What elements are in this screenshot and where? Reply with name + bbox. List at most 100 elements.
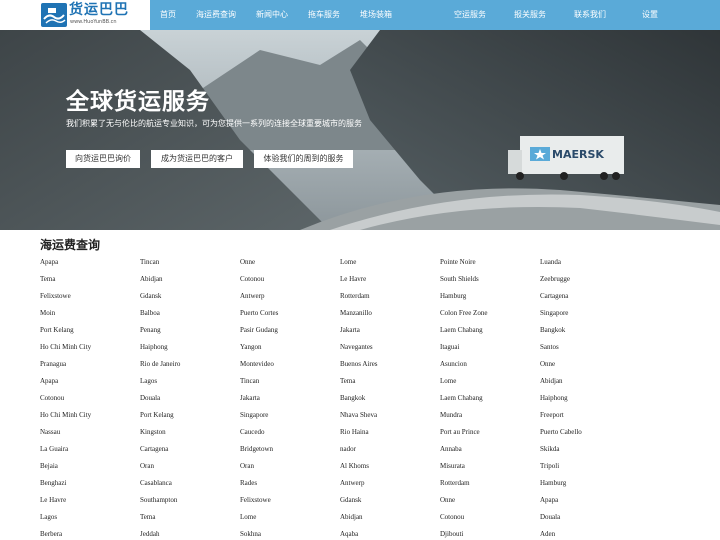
port-link[interactable]: Navegantes <box>340 343 373 352</box>
port-link[interactable]: Oran <box>240 462 254 471</box>
port-link[interactable]: Lagos <box>40 513 57 522</box>
port-link[interactable]: Penang <box>140 326 161 335</box>
port-link[interactable]: Antwerp <box>340 479 365 488</box>
port-link[interactable]: Rio de Janeiro <box>140 360 180 369</box>
port-link[interactable]: Aden <box>540 530 555 539</box>
port-link[interactable]: Hamburg <box>540 479 566 488</box>
port-link[interactable]: Onne <box>540 360 555 369</box>
port-link[interactable]: Lome <box>240 513 256 522</box>
port-link[interactable]: Pranagua <box>40 360 66 369</box>
port-link[interactable]: Abidjan <box>340 513 363 522</box>
port-link[interactable]: Port au Prince <box>440 428 480 437</box>
port-link[interactable]: Zeebrugge <box>540 275 570 284</box>
port-link[interactable]: Freeport <box>540 411 564 420</box>
port-link[interactable]: Annaba <box>440 445 462 454</box>
port-link[interactable]: Santos <box>540 343 559 352</box>
port-link[interactable]: Apapa <box>40 377 58 386</box>
port-link[interactable]: Tincan <box>140 258 159 267</box>
nav-item-customs[interactable]: 报关服务 <box>514 0 546 30</box>
port-link[interactable]: Lagos <box>140 377 157 386</box>
port-link[interactable]: Laem Chabang <box>440 394 483 403</box>
port-link[interactable]: South Shields <box>440 275 479 284</box>
port-link[interactable]: Oran <box>140 462 154 471</box>
port-link[interactable]: Colon Free Zone <box>440 309 487 318</box>
port-link[interactable]: Haiphong <box>140 343 168 352</box>
port-link[interactable]: Balboa <box>140 309 160 318</box>
port-link[interactable]: nador <box>340 445 356 454</box>
port-link[interactable]: Asuncion <box>440 360 467 369</box>
port-link[interactable]: Abidjan <box>140 275 163 284</box>
port-link[interactable]: Pasir Gudang <box>240 326 278 335</box>
port-link[interactable]: Cotonou <box>440 513 464 522</box>
port-link[interactable]: Apapa <box>40 258 58 267</box>
port-link[interactable]: Mundra <box>440 411 462 420</box>
port-link[interactable]: Itaguai <box>440 343 459 352</box>
port-link[interactable]: Puerto Cortes <box>240 309 278 318</box>
port-link[interactable]: Douala <box>140 394 160 403</box>
port-link[interactable]: Casablanca <box>140 479 172 488</box>
nav-item-home[interactable]: 首页 <box>160 0 176 30</box>
port-link[interactable]: Rades <box>240 479 257 488</box>
port-link[interactable]: Caucedo <box>240 428 265 437</box>
port-link[interactable]: Tincan <box>240 377 259 386</box>
port-link[interactable]: Tema <box>140 513 155 522</box>
inquiry-button[interactable]: 向货运巴巴询价 <box>66 150 140 168</box>
port-link[interactable]: Jakarta <box>240 394 260 403</box>
port-link[interactable]: Jakarta <box>340 326 360 335</box>
port-link[interactable]: Misurata <box>440 462 465 471</box>
port-link[interactable]: Antwerp <box>240 292 265 301</box>
port-link[interactable]: Montevideo <box>240 360 274 369</box>
port-link[interactable]: Douala <box>540 513 560 522</box>
port-link[interactable]: Pointe Noire <box>440 258 476 267</box>
port-link[interactable]: Tripoli <box>540 462 559 471</box>
port-link[interactable]: Lome <box>340 258 356 267</box>
port-link[interactable]: Southampton <box>140 496 177 505</box>
port-link[interactable]: Cartagena <box>540 292 568 301</box>
port-link[interactable]: Hamburg <box>440 292 466 301</box>
nav-item-settings[interactable]: 设置 <box>642 0 658 30</box>
port-link[interactable]: Yangon <box>240 343 261 352</box>
port-link[interactable]: Onne <box>240 258 255 267</box>
port-link[interactable]: Gdansk <box>340 496 361 505</box>
port-link[interactable]: Rotterdam <box>440 479 470 488</box>
port-link[interactable]: Luanda <box>540 258 561 267</box>
port-link[interactable]: Nhava Sheva <box>340 411 377 420</box>
port-link[interactable]: Singapore <box>540 309 568 318</box>
port-link[interactable]: Moin <box>40 309 55 318</box>
port-link[interactable]: Singapore <box>240 411 268 420</box>
port-link[interactable]: Port Kelang <box>140 411 174 420</box>
port-link[interactable]: Rotterdam <box>340 292 370 301</box>
port-link[interactable]: Port Kelang <box>40 326 74 335</box>
port-link[interactable]: Benghazi <box>40 479 66 488</box>
port-link[interactable]: Le Havre <box>340 275 366 284</box>
port-link[interactable]: Tema <box>40 275 55 284</box>
port-link[interactable]: Buenos Aires <box>340 360 378 369</box>
port-link[interactable]: Apapa <box>540 496 558 505</box>
port-link[interactable]: Bejaia <box>40 462 58 471</box>
nav-item-news[interactable]: 新闻中心 <box>256 0 288 30</box>
port-link[interactable]: Le Havre <box>40 496 66 505</box>
port-link[interactable]: Puerto Cabello <box>540 428 582 437</box>
port-link[interactable]: Onne <box>440 496 455 505</box>
experience-service-button[interactable]: 体验我们的周到的服务 <box>254 150 353 168</box>
port-link[interactable]: Cotonou <box>240 275 264 284</box>
port-link[interactable]: Laem Chabang <box>440 326 483 335</box>
port-link[interactable]: Skikda <box>540 445 559 454</box>
port-link[interactable]: Al Khoms <box>340 462 369 471</box>
port-link[interactable]: Ho Chi Minh City <box>40 343 91 352</box>
port-link[interactable]: Manzanillo <box>340 309 372 318</box>
nav-item-yard-loading[interactable]: 堆场装箱 <box>360 0 392 30</box>
nav-item-ocean-freight[interactable]: 海运费查询 <box>196 0 236 30</box>
port-link[interactable]: Aqaba <box>340 530 358 539</box>
port-link[interactable]: Tema <box>340 377 355 386</box>
port-link[interactable]: Felixstowe <box>40 292 71 301</box>
port-link[interactable]: Bridgetown <box>240 445 273 454</box>
port-link[interactable]: Kingston <box>140 428 166 437</box>
logo[interactable]: 货运巴巴 www.HuoYunBB.cn <box>0 0 150 30</box>
port-link[interactable]: Sokhna <box>240 530 261 539</box>
port-link[interactable]: Abidjan <box>540 377 563 386</box>
nav-item-trucking[interactable]: 拖车服务 <box>308 0 340 30</box>
port-link[interactable]: Berbera <box>40 530 62 539</box>
port-link[interactable]: Bangkok <box>540 326 565 335</box>
port-link[interactable]: Gdansk <box>140 292 161 301</box>
